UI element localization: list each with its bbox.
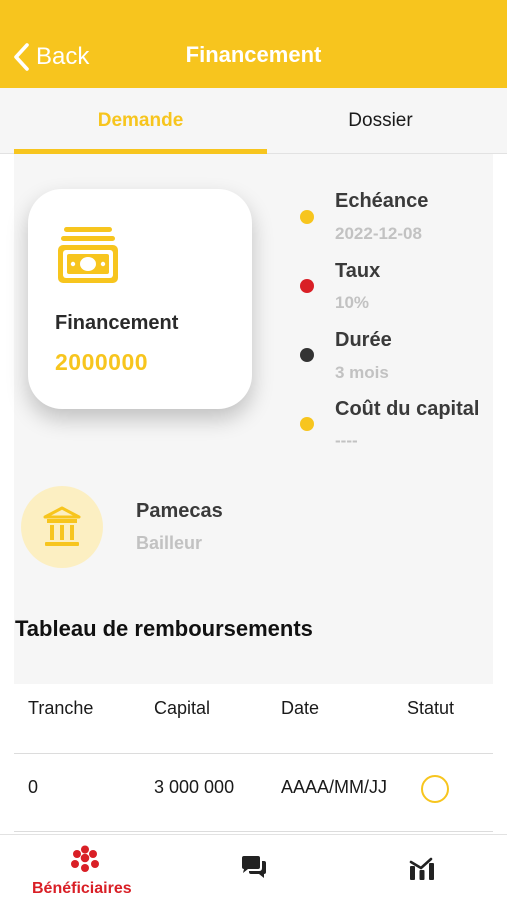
stats-icon (409, 857, 434, 880)
repayment-title: Tableau de remboursements (15, 616, 313, 641)
financing-amount: 2000000 (55, 349, 149, 375)
cell-capital: 3 000 000 (154, 777, 235, 797)
cell-date: AAAA/MM/JJ (281, 777, 388, 797)
detail-label: Coût du capital (335, 398, 480, 420)
nav-beneficiaires[interactable]: Bénéficiaires (14, 835, 156, 900)
table-divider (14, 753, 493, 754)
page-title: Financement (185, 42, 322, 67)
detail-value: 10% (335, 293, 370, 312)
financing-label: Financement (55, 312, 179, 334)
detail-label: Taux (335, 260, 381, 282)
app-header: Back Financement (0, 0, 507, 88)
cash-stack-icon (58, 227, 118, 290)
lender-avatar (21, 486, 103, 568)
bottom-navigation: Bénéficiaires (0, 834, 507, 900)
detail-label: Durée (335, 329, 392, 351)
status-dot (300, 279, 314, 293)
column-header-tranche: Tranche (28, 698, 94, 718)
tab-dossier[interactable]: Dossier (254, 88, 507, 154)
nav-label-beneficiaires: Bénéficiaires (32, 880, 132, 897)
column-header-capital: Capital (154, 698, 211, 718)
column-header-statut: Statut (407, 698, 455, 718)
detail-value: 3 mois (335, 363, 389, 382)
detail-value: 2022-12-08 (335, 224, 422, 243)
table-divider (14, 831, 493, 832)
status-indicator[interactable] (421, 775, 449, 803)
people-icon (71, 845, 99, 872)
detail-label: Echéance (335, 190, 429, 212)
tab-demande[interactable]: Demande (14, 88, 267, 154)
status-dot (300, 348, 314, 362)
column-header-date: Date (281, 698, 320, 718)
nav-messages[interactable] (226, 835, 282, 900)
lender-name: Pamecas (136, 500, 223, 522)
cell-tranche: 0 (28, 777, 39, 797)
bank-icon (42, 506, 82, 553)
status-dot (300, 210, 314, 224)
chat-icon (242, 856, 266, 878)
lender-role: Bailleur (136, 533, 203, 553)
status-dot (300, 417, 314, 431)
detail-value: ---- (335, 431, 358, 450)
tab-bar: Demande Dossier (0, 88, 507, 154)
nav-statistics[interactable] (394, 835, 450, 900)
financing-card: Financement 2000000 (28, 189, 252, 409)
